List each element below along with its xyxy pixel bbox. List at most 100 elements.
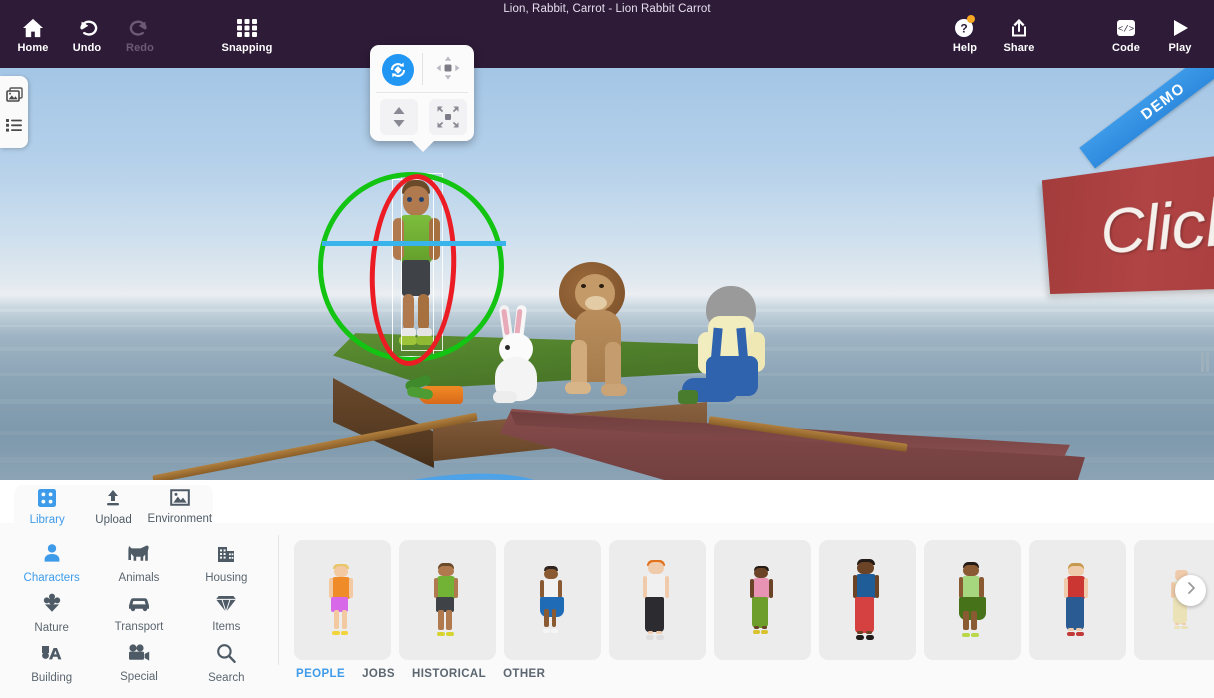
subtab-people[interactable]: PEOPLE: [296, 668, 345, 680]
redo-button[interactable]: Redo: [107, 16, 173, 64]
home-label: Home: [17, 42, 49, 54]
thumbnail-man-red-jacket[interactable]: [1029, 540, 1126, 660]
thumbnail-kid-orange-shirt[interactable]: [294, 540, 391, 660]
category-housing[interactable]: Housing: [183, 538, 270, 588]
gizmo-rotate-button[interactable]: [374, 47, 422, 93]
subtab-other[interactable]: OTHER: [503, 668, 545, 680]
category-characters-label: Characters: [23, 571, 80, 584]
scenes-icon[interactable]: [5, 87, 23, 108]
grid-icon: [236, 16, 258, 38]
flower-icon: [41, 593, 63, 619]
share-button[interactable]: Share: [986, 16, 1052, 64]
library-panel: Library Upload Environment Characters An…: [0, 485, 1214, 698]
tab-environment-label: Environment: [147, 513, 213, 525]
up-down-icon: [380, 99, 418, 135]
snapping-button[interactable]: Snapping: [214, 16, 280, 64]
subtab-jobs[interactable]: JOBS: [362, 668, 395, 680]
click-billboard-text: Click: [1098, 182, 1214, 267]
category-nature[interactable]: Nature: [8, 588, 95, 638]
code-icon: </>: [1115, 16, 1137, 38]
category-search-label: Search: [208, 671, 245, 684]
tab-library[interactable]: Library: [14, 485, 80, 526]
rotation-gizmo-rings[interactable]: [318, 171, 518, 369]
gizmo-resize-button[interactable]: [424, 94, 472, 140]
gizmo-move-button[interactable]: [424, 47, 472, 93]
tab-upload[interactable]: Upload: [80, 485, 146, 526]
category-transport[interactable]: Transport: [95, 588, 182, 638]
dog-icon: [127, 543, 151, 569]
chevron-right-icon: [1185, 581, 1197, 600]
thumbnail-girl-pink-top[interactable]: [714, 540, 811, 660]
category-nature-label: Nature: [34, 621, 69, 634]
category-transport-label: Transport: [114, 621, 164, 633]
category-building-label: Building: [31, 671, 73, 684]
thumbnail-woman-green-top[interactable]: [924, 540, 1021, 660]
category-animals[interactable]: Animals: [95, 538, 182, 588]
upload-icon: [104, 489, 122, 512]
rower-character[interactable]: [676, 286, 788, 414]
environment-icon: [170, 489, 190, 511]
subcategory-tabs: PEOPLE JOBS HISTORICAL OTHER: [296, 668, 545, 680]
rotate-icon: [382, 54, 414, 86]
text-block-icon: [40, 643, 64, 669]
gizmo-move-vertical-button[interactable]: [375, 94, 423, 140]
thumbnail-girl-blue-skirt[interactable]: [504, 540, 601, 660]
play-button[interactable]: Play: [1147, 16, 1213, 64]
category-search[interactable]: Search: [183, 638, 270, 688]
library-icon: [38, 489, 57, 512]
building-icon: [215, 543, 237, 569]
resize-icon: [429, 99, 467, 135]
tab-library-label: Library: [29, 514, 65, 526]
category-building[interactable]: Building: [8, 638, 95, 688]
code-label: Code: [1112, 42, 1140, 54]
gem-icon: [215, 593, 237, 618]
move-4way-icon: [435, 55, 461, 86]
lion-character[interactable]: [551, 262, 649, 410]
undo-label: Undo: [72, 42, 102, 54]
car-icon: [127, 593, 151, 618]
category-grid: Characters Animals Housing Nature Transp…: [8, 538, 270, 688]
home-icon: [22, 16, 44, 38]
gizmo-divider-vertical: [422, 53, 423, 85]
subtab-historical[interactable]: HISTORICAL: [412, 668, 486, 680]
play-icon: [1169, 16, 1191, 38]
carrot-object[interactable]: [404, 373, 467, 410]
category-housing-label: Housing: [205, 571, 248, 584]
redo-label: Redo: [126, 42, 154, 54]
transform-gizmo-popup[interactable]: [370, 45, 474, 152]
left-panel-tab[interactable]: [0, 76, 28, 148]
share-icon: [1008, 16, 1030, 38]
top-toolbar: Lion, Rabbit, Carrot - Lion Rabbit Carro…: [0, 0, 1214, 68]
category-animals-label: Animals: [118, 571, 160, 584]
play-label: Play: [1168, 42, 1192, 54]
thumbnail-list[interactable]: [294, 540, 1214, 660]
svg-text:?: ?: [960, 22, 967, 36]
thumbnail-boy-green-shirt[interactable]: [399, 540, 496, 660]
category-special[interactable]: Special: [95, 638, 182, 688]
next-page-button[interactable]: [1175, 575, 1206, 606]
thumbnail-man-white-shirt[interactable]: [609, 540, 706, 660]
category-characters[interactable]: Characters: [8, 538, 95, 588]
redo-icon: [129, 16, 151, 38]
3d-viewport[interactable]: DEMO Click: [0, 68, 1214, 480]
snapping-label: Snapping: [221, 42, 273, 54]
help-badge: [967, 15, 975, 23]
window-title: Lion, Rabbit, Carrot - Lion Rabbit Carro…: [503, 3, 711, 15]
library-panel-tabs: Library Upload Environment: [14, 485, 213, 526]
share-label: Share: [1003, 42, 1035, 54]
right-edge-drag-handle[interactable]: [1199, 351, 1211, 373]
category-items[interactable]: Items: [183, 588, 270, 638]
undo-icon: [76, 16, 98, 38]
rotate-axis-line[interactable]: [322, 241, 506, 246]
svg-text:</>: </>: [1118, 25, 1134, 35]
thumbnail-man-blue-top[interactable]: [819, 540, 916, 660]
list-icon[interactable]: [5, 118, 23, 137]
category-items-label: Items: [212, 621, 241, 633]
tab-upload-label: Upload: [95, 514, 132, 526]
search-icon: [215, 643, 237, 669]
camera-icon: [127, 643, 151, 668]
category-special-label: Special: [120, 671, 158, 683]
help-icon: ?: [954, 15, 976, 38]
person-icon: [41, 543, 63, 569]
tab-environment[interactable]: Environment: [147, 485, 213, 525]
